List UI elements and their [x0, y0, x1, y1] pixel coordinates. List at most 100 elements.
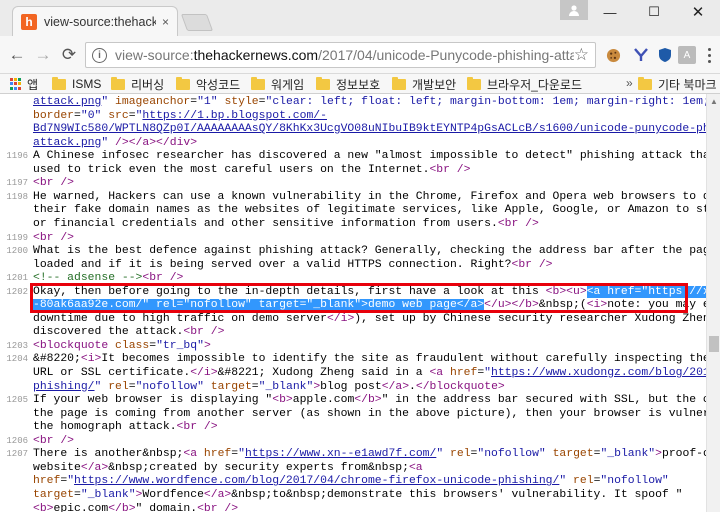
line-number[interactable]: 1198: [0, 191, 28, 204]
line-code: <br />: [33, 231, 75, 244]
source-line: phishing/" rel="nofollow" target="_blank…: [0, 381, 706, 394]
source-line: border="0" src="https://1.bp.blogspot.co…: [0, 110, 706, 123]
source-line: discovered the attack.<br />: [0, 326, 706, 339]
line-code: Bd7N9WIc580/WPTLN8QZp0I/AAAAAAAAsQY/8KhK…: [33, 123, 706, 136]
line-number[interactable]: 1203: [0, 340, 28, 353]
folder-icon: [176, 76, 190, 90]
line-number[interactable]: 1206: [0, 435, 28, 448]
vertical-scrollbar[interactable]: ▲: [706, 94, 720, 512]
line-number[interactable]: 1199: [0, 232, 28, 245]
bookmark-label: 악성코드: [196, 77, 241, 92]
title-bar: h view-source:thehackernews.com/2017/04/…: [0, 0, 720, 36]
tab-close-icon[interactable]: ×: [162, 15, 169, 29]
info-icon[interactable]: i: [92, 47, 107, 63]
line-code: <br />: [33, 177, 75, 190]
line-code: <b>epic.com</b>" domain.<br />: [33, 502, 239, 512]
source-line: 1206 <br />: [0, 435, 706, 448]
source-line: target="_blank">Wordfence</a>&nbsp;to&nb…: [0, 489, 706, 502]
menu-icon[interactable]: [702, 46, 716, 64]
folder-icon: [316, 76, 330, 90]
source-line: website</a>&nbsp;created by security exp…: [0, 462, 706, 475]
other-bookmarks[interactable]: 기타 북마크: [638, 76, 717, 92]
line-number[interactable]: 1207: [0, 448, 28, 461]
more-bookmarks-button[interactable]: »: [626, 76, 633, 90]
source-line: attack.png" imageanchor="1" style="clear…: [0, 96, 706, 109]
line-code: target="_blank">Wordfence</a>&nbsp;to&nb…: [33, 488, 683, 501]
bookmark-label: 개발보안: [412, 77, 457, 92]
shield-extension-icon[interactable]: [656, 46, 674, 64]
bookmark-folder[interactable]: 리버싱: [111, 76, 164, 92]
url-path: /2017/04/unicode-Punycode-phishing-attac…: [318, 47, 574, 63]
source-line: 1196 A Chinese infosec researcher has dis…: [0, 150, 706, 163]
cookie-extension-icon[interactable]: [604, 46, 622, 64]
source-line: the homograph attack.<br />: [0, 421, 706, 434]
line-code: URL or SSL certificate.</i>&#8221; Xudon…: [33, 367, 706, 379]
address-bar[interactable]: i view-source:thehackernews.com/2017/04/…: [85, 42, 596, 68]
line-code: downtime due to high traffic on demo ser…: [33, 312, 706, 325]
bookmark-folder[interactable]: 워게임: [251, 76, 304, 92]
folder-icon: [111, 76, 125, 90]
new-tab-button[interactable]: [180, 14, 214, 31]
bookmark-folder[interactable]: 정보보호: [316, 76, 380, 92]
bookmark-folder[interactable]: ISMS: [52, 76, 101, 92]
line-number[interactable]: 1201: [0, 272, 28, 285]
line-code: What is the best defence against phishin…: [33, 245, 706, 258]
line-code: the homograph attack.<br />: [33, 421, 218, 434]
apps-icon: [10, 78, 22, 90]
line-number[interactable]: 1200: [0, 245, 28, 258]
y-extension-icon[interactable]: [632, 46, 650, 64]
source-line: URL or SSL certificate.</i>&#8221; Xudon…: [0, 367, 706, 380]
line-code: the page is coming from another server (…: [33, 407, 706, 420]
line-code: loaded and if it is being served over a …: [33, 258, 553, 271]
red-highlight-box: [30, 283, 688, 313]
line-code: He warned, Hackers can use a known vulne…: [33, 190, 706, 203]
source-line: <b>epic.com</b>" domain.<br />: [0, 503, 706, 512]
line-code: their fake domain names as the websites …: [33, 204, 706, 217]
line-number[interactable]: 1196: [0, 150, 28, 163]
source-line: used to trick even the most careful user…: [0, 164, 706, 177]
url-text[interactable]: view-source:thehackernews.com/2017/04/un…: [115, 47, 574, 63]
bookmark-label: 앱: [27, 77, 39, 92]
reload-button[interactable]: ⟳: [58, 44, 80, 66]
line-code: attack.png" imageanchor="1" style="clear…: [33, 96, 706, 108]
scroll-up-arrow-icon[interactable]: ▲: [710, 97, 718, 106]
forward-button[interactable]: →: [32, 44, 54, 66]
bookmark-apps[interactable]: 앱: [10, 76, 38, 92]
bookmark-star-icon[interactable]: ☆: [574, 45, 589, 65]
line-number[interactable]: 1202: [0, 286, 28, 299]
source-line: 1197 <br />: [0, 177, 706, 190]
folder-icon: [392, 76, 406, 90]
close-window-button[interactable]: ✕: [676, 0, 720, 24]
line-code: phishing/" rel="nofollow" target="_blank…: [33, 380, 505, 393]
maximize-button[interactable]: ☐: [632, 0, 676, 24]
line-number[interactable]: 1204: [0, 353, 28, 366]
line-code: used to trick even the most careful user…: [33, 163, 471, 176]
line-code: <br />: [33, 434, 75, 447]
bookmark-folder[interactable]: 브라우저_다운로드: [467, 76, 582, 92]
folder-icon: [467, 76, 481, 90]
line-code: or financial credentials and other sensi…: [33, 217, 539, 230]
source-line: 1203 <blockquote class="tr_bq">: [0, 340, 706, 353]
source-line: href="https://www.wordfence.com/blog/201…: [0, 475, 706, 488]
bookmark-label: 워게임: [271, 77, 305, 92]
pdf-extension-icon[interactable]: A: [678, 46, 696, 64]
tab-title: view-source:thehackernews.com/2017/04/un…: [44, 14, 156, 29]
bookmark-label: 브라우저_다운로드: [487, 77, 582, 92]
line-code: &#8220;<i>It becomes impossible to ident…: [33, 353, 706, 366]
profile-icon[interactable]: [560, 0, 588, 20]
tab-view-source[interactable]: h view-source:thehackernews.com/2017/04/…: [12, 6, 178, 36]
source-view[interactable]: attack.png" imageanchor="1" style="clear…: [0, 94, 706, 512]
bookmark-folder[interactable]: 악성코드: [176, 76, 240, 92]
source-line: 1207 There is another&nbsp;<a href="https…: [0, 448, 706, 461]
line-number[interactable]: 1197: [0, 177, 28, 190]
minimize-button[interactable]: —: [588, 0, 632, 24]
bookmark-folder[interactable]: 개발보안: [392, 76, 456, 92]
line-code: discovered the attack.<br />: [33, 326, 225, 339]
bookmark-label: ISMS: [72, 77, 102, 91]
bookmark-label: 리버싱: [131, 77, 165, 92]
scrollbar-thumb[interactable]: [709, 336, 719, 352]
source-line: the page is coming from another server (…: [0, 408, 706, 421]
back-button[interactable]: ←: [6, 44, 28, 66]
source-line: loaded and if it is being served over a …: [0, 259, 706, 272]
line-number[interactable]: 1205: [0, 394, 28, 407]
